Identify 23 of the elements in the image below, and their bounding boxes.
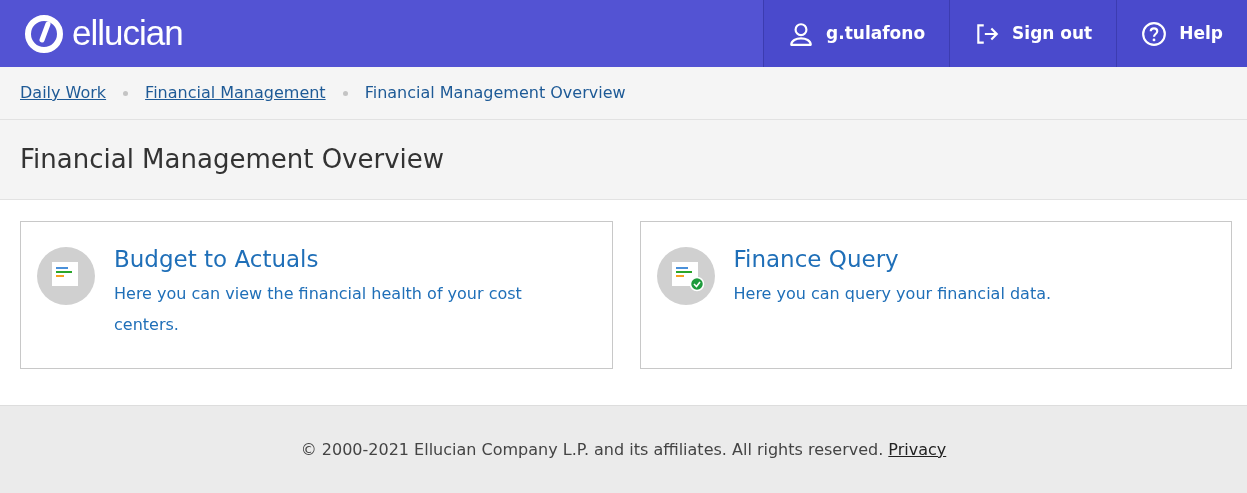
card[interactable]: Budget to Actuals Here you can view the financial health of your cost centers.: [20, 221, 613, 369]
card-description: Here you can view the financial health of your cost centers.: [114, 282, 523, 336]
breadcrumb-link[interactable]: Financial Management: [145, 81, 326, 105]
breadcrumb-current: Financial Management Overview: [364, 82, 626, 104]
help-icon: [1141, 20, 1168, 47]
logo-icon: [24, 13, 64, 54]
logo-text: ellucian: [72, 12, 183, 55]
page-title: Financial Management Overview: [20, 143, 445, 176]
report-check-icon: [655, 246, 716, 306]
breadcrumb-link[interactable]: Daily Work: [20, 81, 107, 105]
separator-dot: [123, 90, 129, 96]
report-icon: [36, 246, 96, 306]
copyright-text: © 2000-2021 Ellucian Company L.P. and its affiliates. All rights reserved.: [300, 438, 884, 461]
card[interactable]: Finance Query Here you can query your financial data.: [639, 221, 1232, 369]
privacy-link[interactable]: Privacy: [888, 437, 947, 462]
user-icon: [788, 20, 815, 47]
user-button[interactable]: g.tulafono: [763, 0, 950, 67]
separator-dot: [342, 90, 348, 96]
help-button[interactable]: Help: [1116, 0, 1247, 67]
card-title: Finance Query: [733, 246, 900, 274]
signout-button[interactable]: Sign out: [949, 0, 1117, 67]
card-title: Budget to Actuals: [114, 246, 320, 274]
card-description: Here you can query your financial data.: [733, 282, 1052, 305]
